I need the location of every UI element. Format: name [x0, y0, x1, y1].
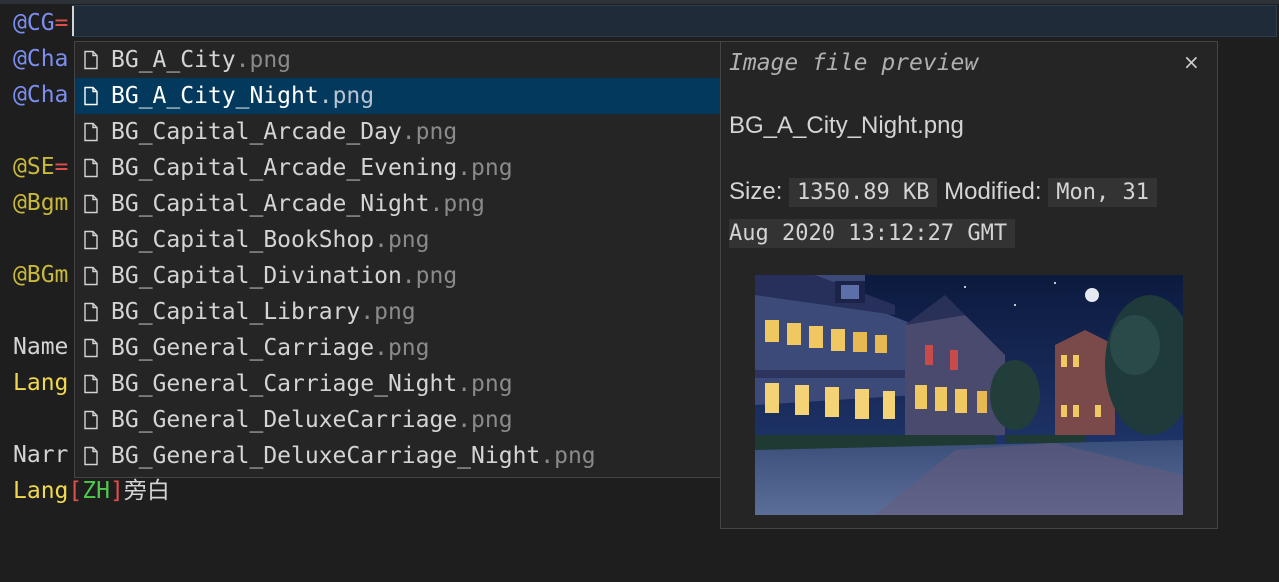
line-keyword: @CG — [13, 10, 55, 36]
line-operator: = — [54, 154, 69, 180]
inline-input-box[interactable] — [72, 5, 1277, 37]
file-icon — [84, 338, 98, 358]
editor-line-se[interactable]: @SE= — [13, 149, 68, 185]
line-keyword: @Bgm — [13, 190, 69, 216]
preview-file-name: BG_A_City_Night.png — [729, 112, 964, 139]
suggestion-item[interactable]: BG_General_DeluxeCarriage_Night.png — [75, 438, 721, 474]
suggestion-item[interactable]: BG_Capital_Arcade_Evening.png — [75, 150, 721, 186]
file-icon — [84, 446, 98, 466]
editor-line-cg[interactable]: @CG= — [13, 5, 68, 41]
editor-line-character-2[interactable]: @Cha — [13, 77, 68, 113]
text-cursor — [72, 6, 74, 36]
suggestion-label: BG_Capital_Divination.png — [111, 263, 458, 289]
line-text: 旁白 — [123, 478, 170, 504]
suggestion-label: BG_General_DeluxeCarriage_Night.png — [111, 443, 596, 469]
editor-line-lang[interactable]: Lang — [13, 365, 68, 401]
suggestion-label: BG_General_Carriage.png — [111, 335, 430, 361]
size-label: Size: — [729, 178, 783, 205]
file-icon — [84, 230, 98, 250]
suggestion-item[interactable]: BG_General_Carriage_Night.png — [75, 366, 721, 402]
modified-value: Mon, 31 — [1048, 178, 1157, 207]
file-icon — [84, 374, 98, 394]
suggestion-item[interactable]: BG_A_City.png — [75, 42, 721, 78]
line-keyword: @Cha — [13, 46, 69, 72]
suggestion-item[interactable]: BG_General_DeluxeCarriage.png — [75, 402, 721, 438]
file-icon — [84, 194, 98, 214]
editor-line-bgm-2[interactable]: @BGm — [13, 257, 68, 293]
editor-line-name[interactable]: Name — [13, 329, 68, 365]
suggestion-item[interactable]: BG_General_Carriage.png — [75, 330, 721, 366]
suggestion-item[interactable]: BG_Capital_BookShop.png — [75, 222, 721, 258]
suggestion-list[interactable]: BG_A_City.png BG_A_City_Night.png BG_Cap… — [74, 41, 721, 478]
title-strip — [0, 0, 1279, 4]
suggestion-label: BG_General_Carriage_Night.png — [111, 371, 513, 397]
line-keyword: @SE — [13, 154, 55, 180]
preview-title: Image file preview — [729, 50, 979, 76]
suggestion-label: BG_Capital_Arcade_Night.png — [111, 191, 485, 217]
suggestion-label: BG_Capital_BookShop.png — [111, 227, 430, 253]
suggestion-item[interactable]: BG_Capital_Arcade_Day.png — [75, 114, 721, 150]
line-keyword: Name — [13, 334, 69, 360]
line-operator: = — [54, 10, 69, 36]
file-icon — [84, 86, 98, 106]
line-keyword: Narr — [13, 442, 69, 468]
night-town-street-image — [755, 275, 1183, 515]
preview-metadata: Size: 1350.89 KB Modified: Mon, 31 Aug 2… — [729, 172, 1209, 254]
suggestion-item-selected[interactable]: BG_A_City_Night.png — [75, 78, 721, 114]
suggestion-item[interactable]: BG_Capital_Divination.png — [75, 258, 721, 294]
file-icon — [84, 302, 98, 322]
file-icon — [84, 158, 98, 178]
suggestion-label: BG_Capital_Library.png — [111, 299, 416, 325]
suggestion-label: BG_A_City.png — [111, 47, 292, 73]
line-keyword: Lang — [13, 370, 69, 396]
suggestion-label: BG_General_DeluxeCarriage.png — [111, 407, 513, 433]
modified-label: Modified: — [944, 178, 1042, 205]
suggestion-label: BG_A_City_Night.png — [111, 83, 375, 109]
editor-line-character-1[interactable]: @Cha — [13, 41, 68, 77]
file-icon — [84, 50, 98, 70]
file-icon — [84, 122, 98, 142]
line-keyword: @Cha — [13, 82, 69, 108]
file-icon — [84, 410, 98, 430]
file-icon — [84, 266, 98, 286]
image-preview-panel: Image file preview × BG_A_City_Night.png… — [720, 41, 1218, 529]
close-icon[interactable]: × — [1183, 50, 1200, 74]
suggestion-label: BG_Capital_Arcade_Day.png — [111, 119, 458, 145]
suggestion-item[interactable]: BG_Capital_Library.png — [75, 294, 721, 330]
line-keyword: Lang — [13, 478, 69, 504]
modified-value-continued: Aug 2020 13:12:27 GMT — [729, 219, 1016, 248]
editor-line-narration[interactable]: Narr — [13, 437, 68, 473]
size-value: 1350.89 KB — [789, 178, 938, 207]
editor-line-bgm[interactable]: @Bgm — [13, 185, 68, 221]
suggestion-item[interactable]: BG_Capital_Arcade_Night.png — [75, 186, 721, 222]
suggestion-label: BG_Capital_Arcade_Evening.png — [111, 155, 513, 181]
line-keyword: @BGm — [13, 262, 69, 288]
